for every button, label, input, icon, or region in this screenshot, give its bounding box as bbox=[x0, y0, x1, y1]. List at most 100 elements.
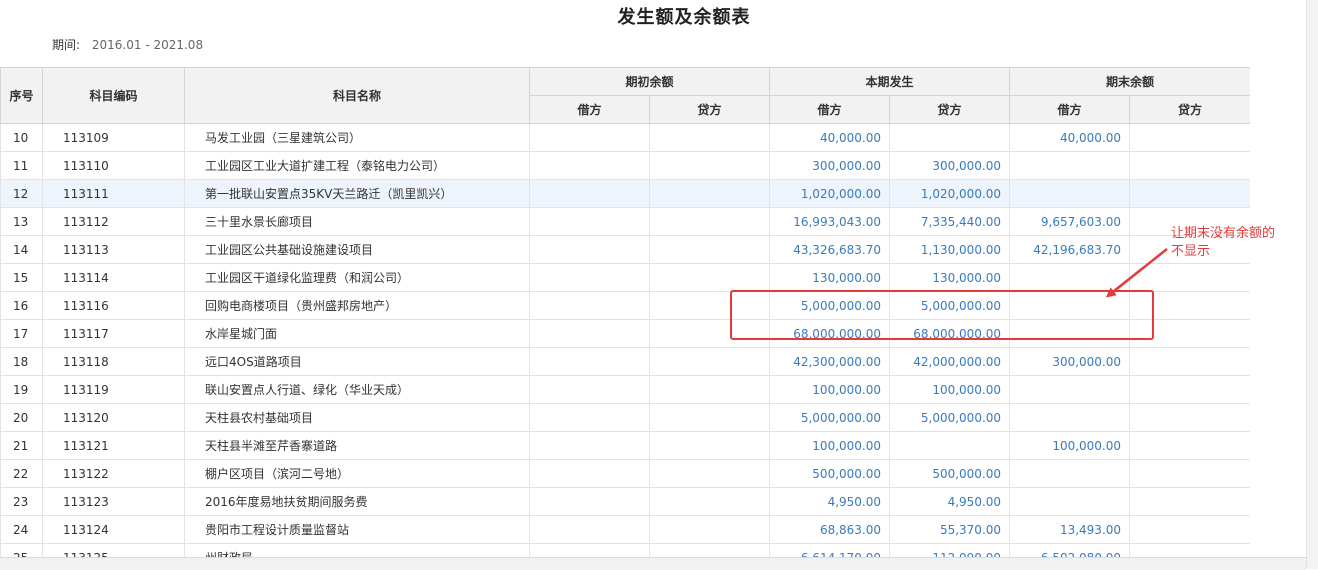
annotation-line-2: 不显示 bbox=[1171, 244, 1211, 259]
table-row[interactable]: 20 113120 天柱县农村基础项目 5,000,000.00 5,000,000.0… bbox=[0, 403, 1250, 432]
row-current-credit: 1,130,000.00 bbox=[889, 235, 1011, 264]
row-code: 113114 bbox=[42, 263, 185, 292]
header-current-debit[interactable]: 借方 bbox=[769, 95, 891, 124]
row-seq: 12 bbox=[0, 179, 43, 208]
header-name[interactable]: 科目名称 bbox=[184, 67, 530, 124]
row-code: 113125 bbox=[42, 543, 185, 557]
row-name: 远口4OS道路项目 bbox=[184, 347, 530, 376]
row-current-credit: 42,000,000.00 bbox=[889, 347, 1011, 376]
row-closing-credit bbox=[1129, 431, 1250, 460]
row-name: 工业园区工业大道扩建工程（泰铭电力公司） bbox=[184, 151, 530, 180]
row-closing-credit bbox=[1129, 403, 1250, 432]
row-code: 113122 bbox=[42, 459, 185, 488]
row-current-debit: 500,000.00 bbox=[769, 459, 891, 488]
vertical-scrollbar[interactable] bbox=[1306, 0, 1318, 569]
table-row[interactable]: 10 113109 马发工业园（三星建筑公司） 40,000.00 40,000.00 bbox=[0, 123, 1250, 152]
table-row[interactable]: 15 113114 工业园区干道绿化监理费（和润公司） 130,000.00 130,0… bbox=[0, 263, 1250, 292]
table-row[interactable]: 18 113118 远口4OS道路项目 42,300,000.00 42,000,000… bbox=[0, 347, 1250, 376]
row-name: 2016年度易地扶贫期间服务费 bbox=[184, 487, 530, 516]
period-info: 期间: 2016.01 - 2021.08 bbox=[52, 36, 203, 53]
row-current-debit: 6,614,170.00 bbox=[769, 543, 891, 557]
row-opening-credit bbox=[649, 459, 771, 488]
header-opening-balance: 期初余额 bbox=[528, 67, 771, 96]
table-row[interactable]: 24 113124 贵阳市工程设计质量监督站 68,863.00 55,370.00 13… bbox=[0, 515, 1250, 544]
row-current-credit: 500,000.00 bbox=[889, 459, 1011, 488]
header-current-credit[interactable]: 贷方 bbox=[889, 95, 1011, 124]
ledger-body: 10 113109 马发工业园（三星建筑公司） 40,000.00 40,000.00 1… bbox=[0, 123, 1250, 557]
row-name: 工业园区公共基础设施建设项目 bbox=[184, 235, 530, 264]
row-closing-debit bbox=[1009, 179, 1131, 208]
header-closing-debit[interactable]: 借方 bbox=[1009, 95, 1131, 124]
row-name: 第一批联山安置点35KV天兰路迁（凯里凯兴） bbox=[184, 179, 530, 208]
row-opening-debit bbox=[529, 123, 650, 152]
row-code: 113109 bbox=[42, 123, 185, 152]
row-seq: 23 bbox=[0, 487, 43, 516]
row-closing-credit bbox=[1129, 543, 1250, 557]
row-opening-credit bbox=[649, 235, 771, 264]
row-opening-debit bbox=[529, 347, 650, 376]
row-seq: 14 bbox=[0, 235, 43, 264]
row-code: 113117 bbox=[42, 319, 185, 348]
row-code: 113123 bbox=[42, 487, 185, 516]
row-name: 回购电商楼项目（贵州盛邦房地产） bbox=[184, 291, 530, 320]
row-closing-debit: 9,657,603.00 bbox=[1009, 207, 1131, 236]
row-opening-debit bbox=[529, 431, 650, 460]
row-opening-credit bbox=[649, 179, 771, 208]
row-opening-credit bbox=[649, 207, 771, 236]
row-current-debit: 5,000,000.00 bbox=[769, 403, 891, 432]
table-row[interactable]: 19 113119 联山安置点人行道、绿化（华业天成） 100,000.00 100,0… bbox=[0, 375, 1250, 404]
row-code: 113112 bbox=[42, 207, 185, 236]
header-code[interactable]: 科目编码 bbox=[42, 67, 185, 124]
row-seq: 16 bbox=[0, 291, 43, 320]
row-opening-credit bbox=[649, 347, 771, 376]
row-opening-credit bbox=[649, 543, 771, 557]
row-current-credit: 1,020,000.00 bbox=[889, 179, 1011, 208]
row-opening-credit bbox=[649, 515, 771, 544]
row-opening-credit bbox=[649, 487, 771, 516]
table-row[interactable]: 23 113123 2016年度易地扶贫期间服务费 4,950.00 4,950.00 bbox=[0, 487, 1250, 516]
row-current-credit: 7,335,440.00 bbox=[889, 207, 1011, 236]
row-current-debit: 100,000.00 bbox=[769, 375, 891, 404]
row-opening-debit bbox=[529, 375, 650, 404]
row-closing-credit bbox=[1129, 151, 1250, 180]
row-name: 州财政局 bbox=[184, 543, 530, 557]
row-code: 113121 bbox=[42, 431, 185, 460]
table-row[interactable]: 13 113112 三十里水景长廊项目 16,993,043.00 7,335,440.… bbox=[0, 207, 1250, 236]
report-title: 发生额及余额表 bbox=[617, 7, 751, 28]
row-code: 113119 bbox=[42, 375, 185, 404]
row-name: 三十里水景长廊项目 bbox=[184, 207, 530, 236]
header-seq[interactable]: 序号 bbox=[0, 67, 43, 124]
header-opening-credit[interactable]: 贷方 bbox=[648, 95, 771, 124]
annotation-note: 让期末没有余额的 不显示 bbox=[1171, 225, 1306, 261]
annotation-arrow-icon bbox=[1105, 248, 1168, 298]
table-row[interactable]: 25113125州财政局 6,614,170.00112,090.006,502,… bbox=[0, 543, 1250, 557]
table-row[interactable]: 14 113113 工业园区公共基础设施建设项目 43,326,683.70 1,130… bbox=[0, 235, 1250, 264]
row-opening-debit bbox=[529, 291, 650, 320]
horizontal-scrollbar[interactable] bbox=[0, 557, 1306, 570]
row-opening-credit bbox=[649, 375, 771, 404]
row-current-credit: 5,000,000.00 bbox=[889, 403, 1011, 432]
row-closing-debit: 40,000.00 bbox=[1009, 123, 1131, 152]
row-closing-debit: 6,502,080.00 bbox=[1009, 543, 1131, 557]
row-closing-credit bbox=[1129, 347, 1250, 376]
table-row[interactable]: 11 113110 工业园区工业大道扩建工程（泰铭电力公司） 300,000.00 30… bbox=[0, 151, 1250, 180]
table-row[interactable]: 12 113111 第一批联山安置点35KV天兰路迁（凯里凯兴） 1,020,000.… bbox=[0, 179, 1250, 208]
row-opening-debit bbox=[529, 263, 650, 292]
annotation-line-1: 让期末没有余额的 bbox=[1171, 226, 1276, 241]
table-row[interactable]: 21 113121 天柱县半滩至芹香寨道路 100,000.00 100,000.00 bbox=[0, 431, 1250, 460]
row-opening-debit bbox=[529, 319, 650, 348]
row-closing-credit bbox=[1129, 179, 1250, 208]
period-label: 期间: bbox=[52, 38, 81, 52]
header-opening-debit[interactable]: 借方 bbox=[529, 95, 650, 124]
header-current-period: 本期发生 bbox=[769, 67, 1011, 96]
row-current-debit: 40,000.00 bbox=[769, 123, 891, 152]
row-seq: 17 bbox=[0, 319, 43, 348]
row-current-credit bbox=[889, 431, 1011, 460]
table-row[interactable]: 22 113122 棚户区项目（滨河二号地） 500,000.00 500,000.00 bbox=[0, 459, 1250, 488]
row-seq: 25 bbox=[0, 543, 43, 557]
row-name: 天柱县半滩至芹香寨道路 bbox=[184, 431, 530, 460]
header-closing-credit[interactable]: 贷方 bbox=[1129, 95, 1250, 124]
row-current-credit: 100,000.00 bbox=[889, 375, 1011, 404]
row-current-debit: 130,000.00 bbox=[769, 263, 891, 292]
row-closing-debit: 300,000.00 bbox=[1009, 347, 1131, 376]
